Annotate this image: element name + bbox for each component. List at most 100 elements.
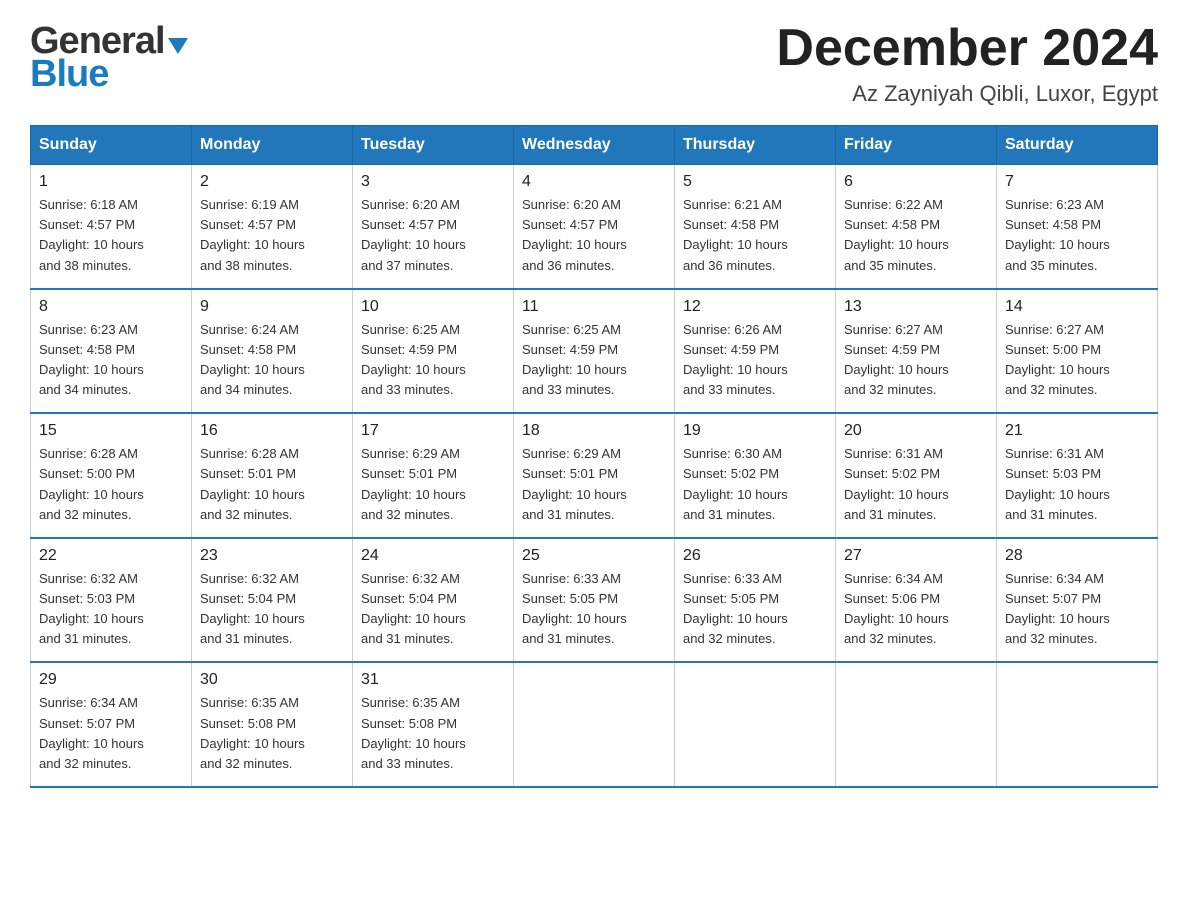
day-number: 12 [683, 298, 827, 316]
day-number: 27 [844, 547, 988, 565]
week-row-1: 1Sunrise: 6:18 AMSunset: 4:57 PMDaylight… [31, 165, 1158, 289]
day-info: Sunrise: 6:20 AMSunset: 4:57 PMDaylight:… [522, 195, 666, 276]
day-cell: 30 Sunrise: 6:35 AMSunset: 5:08 PMDayligh… [192, 662, 353, 787]
day-cell: 11 Sunrise: 6:25 AMSunset: 4:59 PMDayligh… [514, 289, 675, 414]
day-info: Sunrise: 6:33 AMSunset: 5:05 PMDaylight:… [522, 569, 666, 650]
day-number: 30 [200, 671, 344, 689]
day-cell: 12 Sunrise: 6:26 AMSunset: 4:59 PMDayligh… [675, 289, 836, 414]
logo-blue: Blue [30, 53, 108, 96]
day-cell: 28 Sunrise: 6:34 AMSunset: 5:07 PMDayligh… [997, 538, 1158, 663]
day-info: Sunrise: 6:20 AMSunset: 4:57 PMDaylight:… [361, 195, 505, 276]
col-wednesday: Wednesday [514, 126, 675, 165]
day-cell [836, 662, 997, 787]
day-number: 24 [361, 547, 505, 565]
day-info: Sunrise: 6:31 AMSunset: 5:02 PMDaylight:… [844, 444, 988, 525]
day-info: Sunrise: 6:24 AMSunset: 4:58 PMDaylight:… [200, 320, 344, 401]
day-cell: 17Sunrise: 6:29 AMSunset: 5:01 PMDayligh… [353, 413, 514, 538]
day-info: Sunrise: 6:33 AMSunset: 5:05 PMDaylight:… [683, 569, 827, 650]
day-cell: 23Sunrise: 6:32 AMSunset: 5:04 PMDayligh… [192, 538, 353, 663]
col-monday: Monday [192, 126, 353, 165]
day-number: 6 [844, 173, 988, 191]
day-number: 9 [200, 298, 344, 316]
logo-triangle-icon [168, 38, 188, 54]
day-info: Sunrise: 6:25 AMSunset: 4:59 PMDaylight:… [522, 320, 666, 401]
day-number: 15 [39, 422, 183, 440]
day-info: Sunrise: 6:27 AMSunset: 5:00 PMDaylight:… [1005, 320, 1149, 401]
week-row-3: 15 Sunrise: 6:28 AMSunset: 5:00 PMDayligh… [31, 413, 1158, 538]
day-info: Sunrise: 6:21 AMSunset: 4:58 PMDaylight:… [683, 195, 827, 276]
day-cell: 16 Sunrise: 6:28 AMSunset: 5:01 PMDayligh… [192, 413, 353, 538]
day-info: Sunrise: 6:28 AMSunset: 5:00 PMDaylight:… [39, 444, 183, 525]
day-info: Sunrise: 6:28 AMSunset: 5:01 PMDaylight:… [200, 444, 344, 525]
day-cell [514, 662, 675, 787]
day-info: Sunrise: 6:34 AMSunset: 5:07 PMDaylight:… [39, 693, 183, 774]
col-thursday: Thursday [675, 126, 836, 165]
day-cell: 14Sunrise: 6:27 AMSunset: 5:00 PMDayligh… [997, 289, 1158, 414]
week-row-5: 29 Sunrise: 6:34 AMSunset: 5:07 PMDayligh… [31, 662, 1158, 787]
day-cell: 6Sunrise: 6:22 AMSunset: 4:58 PMDaylight… [836, 165, 997, 289]
title-block: December 2024 Az Zayniyah Qibli, Luxor, … [776, 20, 1158, 107]
day-info: Sunrise: 6:30 AMSunset: 5:02 PMDaylight:… [683, 444, 827, 525]
page-header: General Blue December 2024 Az Zayniyah Q… [30, 20, 1158, 107]
day-info: Sunrise: 6:32 AMSunset: 5:04 PMDaylight:… [200, 569, 344, 650]
calendar-table: Sunday Monday Tuesday Wednesday Thursday… [30, 125, 1158, 788]
day-info: Sunrise: 6:29 AMSunset: 5:01 PMDaylight:… [361, 444, 505, 525]
day-cell: 3 Sunrise: 6:20 AMSunset: 4:57 PMDaylight… [353, 165, 514, 289]
day-number: 3 [361, 173, 505, 191]
day-number: 5 [683, 173, 827, 191]
logo: General Blue [30, 20, 188, 96]
day-info: Sunrise: 6:34 AMSunset: 5:07 PMDaylight:… [1005, 569, 1149, 650]
day-cell: 25 Sunrise: 6:33 AMSunset: 5:05 PMDayligh… [514, 538, 675, 663]
day-number: 19 [683, 422, 827, 440]
location-title: Az Zayniyah Qibli, Luxor, Egypt [776, 81, 1158, 107]
day-cell: 13 Sunrise: 6:27 AMSunset: 4:59 PMDayligh… [836, 289, 997, 414]
day-number: 2 [200, 173, 344, 191]
day-cell: 10 Sunrise: 6:25 AMSunset: 4:59 PMDayligh… [353, 289, 514, 414]
col-sunday: Sunday [31, 126, 192, 165]
day-cell: 15 Sunrise: 6:28 AMSunset: 5:00 PMDayligh… [31, 413, 192, 538]
day-cell: 4 Sunrise: 6:20 AMSunset: 4:57 PMDaylight… [514, 165, 675, 289]
calendar-body: 1Sunrise: 6:18 AMSunset: 4:57 PMDaylight… [31, 165, 1158, 787]
col-saturday: Saturday [997, 126, 1158, 165]
day-info: Sunrise: 6:34 AMSunset: 5:06 PMDaylight:… [844, 569, 988, 650]
day-number: 11 [522, 298, 666, 316]
day-cell: 20 Sunrise: 6:31 AMSunset: 5:02 PMDayligh… [836, 413, 997, 538]
col-tuesday: Tuesday [353, 126, 514, 165]
day-cell: 26Sunrise: 6:33 AMSunset: 5:05 PMDayligh… [675, 538, 836, 663]
day-info: Sunrise: 6:35 AMSunset: 5:08 PMDaylight:… [200, 693, 344, 774]
day-cell: 8Sunrise: 6:23 AMSunset: 4:58 PMDaylight… [31, 289, 192, 414]
day-info: Sunrise: 6:27 AMSunset: 4:59 PMDaylight:… [844, 320, 988, 401]
day-number: 22 [39, 547, 183, 565]
day-cell: 7Sunrise: 6:23 AMSunset: 4:58 PMDaylight… [997, 165, 1158, 289]
day-info: Sunrise: 6:29 AMSunset: 5:01 PMDaylight:… [522, 444, 666, 525]
day-cell: 1Sunrise: 6:18 AMSunset: 4:57 PMDaylight… [31, 165, 192, 289]
day-cell: 21Sunrise: 6:31 AMSunset: 5:03 PMDayligh… [997, 413, 1158, 538]
day-number: 18 [522, 422, 666, 440]
day-info: Sunrise: 6:18 AMSunset: 4:57 PMDaylight:… [39, 195, 183, 276]
day-cell: 22Sunrise: 6:32 AMSunset: 5:03 PMDayligh… [31, 538, 192, 663]
day-info: Sunrise: 6:32 AMSunset: 5:04 PMDaylight:… [361, 569, 505, 650]
col-friday: Friday [836, 126, 997, 165]
week-row-4: 22Sunrise: 6:32 AMSunset: 5:03 PMDayligh… [31, 538, 1158, 663]
day-info: Sunrise: 6:23 AMSunset: 4:58 PMDaylight:… [1005, 195, 1149, 276]
day-cell: 5 Sunrise: 6:21 AMSunset: 4:58 PMDaylight… [675, 165, 836, 289]
day-number: 25 [522, 547, 666, 565]
day-cell: 2 Sunrise: 6:19 AMSunset: 4:57 PMDaylight… [192, 165, 353, 289]
day-number: 4 [522, 173, 666, 191]
day-cell [675, 662, 836, 787]
day-info: Sunrise: 6:19 AMSunset: 4:57 PMDaylight:… [200, 195, 344, 276]
day-info: Sunrise: 6:25 AMSunset: 4:59 PMDaylight:… [361, 320, 505, 401]
day-number: 8 [39, 298, 183, 316]
calendar-header: Sunday Monday Tuesday Wednesday Thursday… [31, 126, 1158, 165]
day-number: 16 [200, 422, 344, 440]
day-info: Sunrise: 6:26 AMSunset: 4:59 PMDaylight:… [683, 320, 827, 401]
day-cell: 27 Sunrise: 6:34 AMSunset: 5:06 PMDayligh… [836, 538, 997, 663]
day-cell [997, 662, 1158, 787]
day-number: 13 [844, 298, 988, 316]
day-number: 31 [361, 671, 505, 689]
day-number: 20 [844, 422, 988, 440]
day-number: 10 [361, 298, 505, 316]
week-row-2: 8Sunrise: 6:23 AMSunset: 4:58 PMDaylight… [31, 289, 1158, 414]
day-number: 29 [39, 671, 183, 689]
day-number: 28 [1005, 547, 1149, 565]
